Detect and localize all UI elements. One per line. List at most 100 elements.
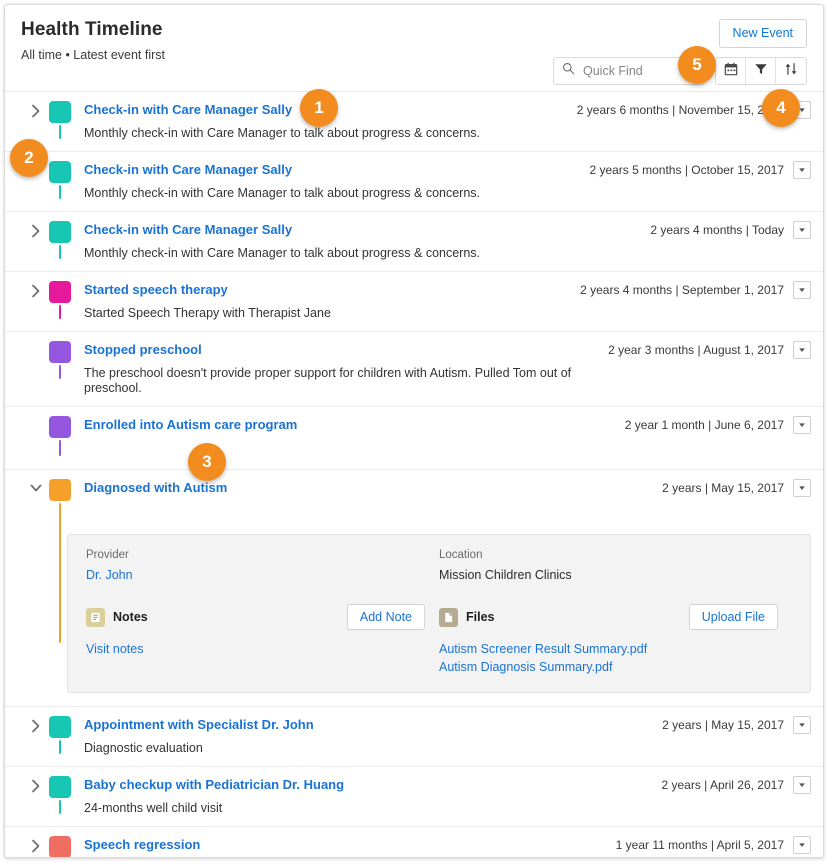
timeline-row[interactable]: Started speech therapy Started Speech Th… (5, 271, 823, 331)
timeline-connector (59, 125, 61, 139)
event-meta: 2 years 5 months | October 15, 2017 (589, 161, 823, 179)
event-title[interactable]: Speech regression (84, 837, 200, 853)
event-title[interactable]: Appointment with Specialist Dr. John (84, 717, 314, 733)
event-color-swatch (49, 776, 71, 798)
file-link[interactable]: Autism Screener Result Summary.pdf (439, 640, 778, 658)
event-meta: 2 years | April 26, 2017 (661, 776, 823, 794)
event-date: 2 years 4 months | September 1, 2017 (580, 283, 784, 297)
upload-file-button[interactable]: Upload File (688, 604, 778, 630)
timeline-connector (59, 800, 61, 814)
event-color-swatch (49, 281, 71, 303)
chevron-right-icon[interactable] (23, 836, 49, 854)
row-menu-caret-button[interactable] (793, 221, 811, 239)
timeline-row[interactable]: Baby checkup with Pediatrician Dr. Huang… (5, 766, 823, 826)
event-detail-wrapper: Provider Dr. John Notes Add Note Visit n… (5, 532, 823, 706)
event-title[interactable]: Check-in with Care Manager Sally (84, 102, 292, 118)
chevron-right-icon[interactable] (23, 716, 49, 734)
event-text-column: Stopped preschool The preschool doesn't … (71, 341, 608, 406)
sort-icon-button[interactable] (776, 58, 806, 84)
event-description: The preschool doesn't provide proper sup… (84, 366, 572, 395)
event-title[interactable]: Check-in with Care Manager Sally (84, 162, 292, 178)
event-title[interactable]: Started speech therapy (84, 282, 228, 298)
search-icon (562, 62, 575, 80)
timeline-row-main: Started speech therapy Started Speech Th… (5, 272, 823, 331)
event-title[interactable]: Stopped preschool (84, 342, 202, 358)
timeline-card: Health Timeline All time • Latest event … (4, 4, 824, 858)
timeline-row[interactable]: Enrolled into Autism care program 2 year… (5, 406, 823, 469)
note-link[interactable]: Visit notes (86, 640, 425, 658)
files-section-header: Files Upload File (439, 604, 778, 630)
event-title[interactable]: Enrolled into Autism care program (84, 417, 297, 433)
annotation-badge-4: 4 (762, 89, 800, 127)
event-text-column: Started speech therapy Started Speech Th… (71, 281, 580, 331)
event-text-column: Speech regression Parents can't understa… (71, 836, 616, 857)
event-date: 2 years 4 months | Today (650, 223, 784, 237)
add-note-button[interactable]: Add Note (346, 604, 425, 630)
chevron-right-icon[interactable] (23, 101, 49, 119)
event-color-column (49, 281, 71, 319)
event-color-column (49, 161, 71, 199)
calendar-icon (724, 62, 738, 81)
timeline-row-main: Enrolled into Autism care program 2 year… (5, 407, 823, 469)
event-description: 24-months well child visit (84, 801, 223, 815)
toolbar-icon-group (715, 57, 807, 85)
file-link[interactable]: Autism Diagnosis Summary.pdf (439, 658, 778, 676)
new-event-button[interactable]: New Event (718, 19, 807, 48)
event-color-swatch (49, 479, 71, 501)
event-meta: 2 years 4 months | Today (650, 221, 823, 239)
event-date: 2 year 3 months | August 1, 2017 (608, 343, 784, 357)
event-description: Monthly check-in with Care Manager to ta… (84, 186, 481, 200)
row-menu-caret-button[interactable] (793, 479, 811, 497)
timeline-row-main: Check-in with Care Manager Sally Monthly… (5, 152, 823, 211)
timeline-row-main: Diagnosed with Autism 2 years | May 15, … (5, 470, 823, 643)
event-meta: 2 year 3 months | August 1, 2017 (608, 341, 823, 359)
annotation-badge-5: 5 (678, 46, 716, 84)
event-meta: 1 year 11 months | April 5, 2017 (616, 836, 823, 854)
timeline-row-main: Appointment with Specialist Dr. John Dia… (5, 707, 823, 766)
event-title[interactable]: Diagnosed with Autism (84, 480, 227, 496)
event-color-swatch (49, 221, 71, 243)
timeline-row[interactable]: Check-in with Care Manager Sally Monthly… (5, 211, 823, 271)
event-text-column: Check-in with Care Manager Sally Monthly… (71, 221, 650, 271)
row-menu-caret-button[interactable] (793, 341, 811, 359)
row-menu-caret-button[interactable] (793, 836, 811, 854)
timeline-row-main: Check-in with Care Manager Sally Monthly… (5, 92, 823, 151)
row-menu-caret-button[interactable] (793, 161, 811, 179)
row-menu-caret-button[interactable] (793, 416, 811, 434)
search-input[interactable] (581, 63, 681, 79)
event-title[interactable]: Baby checkup with Pediatrician Dr. Huang (84, 777, 344, 793)
calendar-icon-button[interactable] (716, 58, 746, 84)
chevron-right-icon[interactable] (23, 776, 49, 794)
chevron-right-icon[interactable] (23, 281, 49, 299)
event-color-column (49, 479, 71, 643)
detail-column-location: Location Mission Children Clinics Files … (439, 549, 792, 676)
event-color-column (49, 776, 71, 814)
notes-section-header: Notes Add Note (86, 604, 425, 630)
timeline-row-main: Check-in with Care Manager Sally Monthly… (5, 212, 823, 271)
provider-label: Provider (86, 549, 129, 561)
provider-value[interactable]: Dr. John (86, 568, 425, 582)
event-color-column (49, 416, 71, 456)
timeline-row[interactable]: Check-in with Care Manager Sally Monthly… (5, 91, 823, 151)
row-menu-caret-button[interactable] (793, 776, 811, 794)
timeline-row[interactable]: Check-in with Care Manager Sally Monthly… (5, 151, 823, 211)
chevron-down-icon[interactable] (23, 479, 49, 495)
timeline-connector (59, 440, 61, 456)
timeline-connector (59, 305, 61, 319)
location-value: Mission Children Clinics (439, 568, 572, 582)
event-meta: 2 years | May 15, 2017 (662, 479, 823, 497)
event-date: 2 years 6 months | November 15, 2017 (576, 103, 784, 117)
filter-icon-button[interactable] (746, 58, 776, 84)
event-meta: 2 years 4 months | September 1, 2017 (580, 281, 823, 299)
timeline-row[interactable]: Appointment with Specialist Dr. John Dia… (5, 706, 823, 766)
timeline-row[interactable]: Speech regression Parents can't understa… (5, 826, 823, 857)
timeline-row[interactable]: Stopped preschool The preschool doesn't … (5, 331, 823, 406)
chevron-right-icon[interactable] (23, 221, 49, 239)
chevron-placeholder (23, 341, 49, 343)
row-menu-caret-button[interactable] (793, 281, 811, 299)
row-menu-caret-button[interactable] (793, 716, 811, 734)
timeline-row-main: Baby checkup with Pediatrician Dr. Huang… (5, 767, 823, 826)
event-meta: 2 year 1 month | June 6, 2017 (625, 416, 823, 434)
event-title[interactable]: Check-in with Care Manager Sally (84, 222, 292, 238)
timeline-row[interactable]: Diagnosed with Autism 2 years | May 15, … (5, 469, 823, 706)
